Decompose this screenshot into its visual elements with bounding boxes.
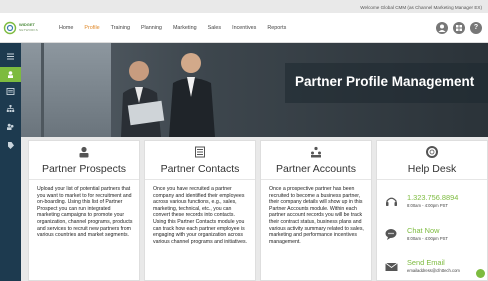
menu-item-reports[interactable]: Reports [267,25,286,31]
main-menu: Home Profile Training Planning Marketing… [59,13,286,43]
page-title: Partner Profile Management [295,74,475,89]
chat-now-link[interactable]: Chat Now [407,226,439,235]
menu-icon[interactable] [0,49,21,64]
divider [145,179,255,180]
phone-hours: 8:00am - 4:00pm PST [407,203,448,208]
user-icon[interactable] [436,22,448,34]
divider [29,179,139,180]
card-partner-accounts[interactable]: Partner Accounts Once a prospective part… [260,140,372,281]
menu-item-marketing[interactable]: Marketing [173,25,197,31]
help-phone[interactable]: 1.323.756.8894 8:00am - 4:00pm PST [385,193,483,215]
menu-item-planning[interactable]: Planning [141,25,162,31]
chat-hours: 8:00am - 4:00pm PST [407,236,448,241]
org-chart-icon [6,105,15,112]
accounts-icon [7,123,14,130]
divider [261,179,371,180]
sidebar-item-accounts[interactable] [0,101,21,116]
logo-text: WIDGET NETWORKS [19,22,38,32]
card-title: Partner Accounts [276,163,356,175]
card-header: Partner Contacts [145,141,255,179]
help-icon[interactable]: ? [470,22,482,34]
top-navigation: WIDGET NETWORKS Home Profile Training Pla… [0,13,488,43]
help-email[interactable]: Send Email emailaddress@cfnttech.com [385,258,483,280]
card-title: Help Desk [407,163,457,175]
menu-item-training[interactable]: Training [111,25,130,31]
hero-banner: Partner Profile Management [21,43,488,137]
edit-icon[interactable] [476,269,485,278]
card-partner-prospects[interactable]: Partner Prospects Upload your list of po… [28,140,140,281]
sidebar [0,43,21,281]
card-partner-contacts[interactable]: Partner Contacts Once you have recruited… [144,140,256,281]
menu-item-home[interactable]: Home [59,25,73,31]
contact-card-icon [6,88,15,95]
email-address: emailaddress@cfnttech.com [407,268,460,273]
card-title: Partner Contacts [160,163,240,175]
card-description: Once a prospective partner has been recr… [269,186,364,245]
person-icon [79,146,89,158]
sidebar-item-tags[interactable] [0,138,21,153]
send-email-link[interactable]: Send Email [407,258,445,267]
logo-brand: WIDGET [19,22,35,27]
hero-window [21,43,111,137]
grid-icon[interactable] [453,22,465,34]
card-header: Partner Accounts [261,141,371,179]
header-icons: ? [436,22,482,34]
card-description: Upload your list of potential partners t… [37,186,133,239]
card-title: Partner Prospects [41,163,127,175]
card-header: Partner Prospects [29,141,139,179]
headset-icon [386,197,397,206]
sidebar-item-profile[interactable] [0,67,21,82]
card-description: Once you have recruited a partner compan… [153,186,248,245]
org-icon [311,146,321,158]
menu-item-sales[interactable]: Sales [208,25,222,31]
card-header: Help Desk [377,141,487,179]
logo[interactable]: WIDGET NETWORKS [3,20,51,38]
logo-tagline: NETWORKS [19,27,38,32]
logo-mark-icon [3,21,17,35]
module-cards: Partner Prospects Upload your list of po… [28,140,488,281]
sidebar-item-contacts[interactable] [0,84,21,99]
chat-icon [385,229,397,240]
user-icon [8,71,13,78]
menu-item-profile[interactable]: Profile [84,25,99,31]
sidebar-item-users[interactable] [0,119,21,134]
envelope-icon [385,262,398,271]
document-icon [195,146,205,158]
hero-person-image [169,53,215,137]
menu-item-incentives[interactable]: Incentives [232,25,256,31]
tag-icon [8,142,14,149]
phone-number[interactable]: 1.323.756.8894 [407,193,458,202]
card-help-desk: Help Desk 1.323.756.8894 8:00am - 4:00pm… [376,140,488,281]
divider [377,179,487,180]
help-chat[interactable]: Chat Now 8:00am - 4:00pm PST [385,226,483,248]
lifebuoy-icon [426,146,438,158]
